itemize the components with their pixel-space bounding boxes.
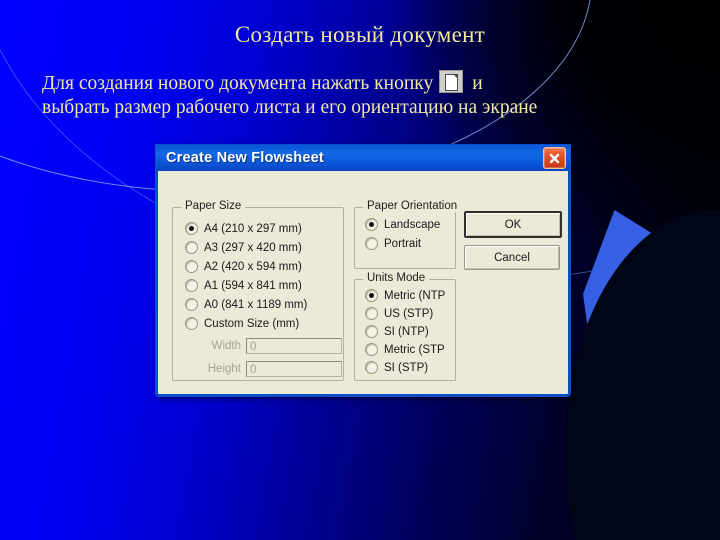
paper-orientation-group: Paper Orientation Landscape Portrait [354, 200, 462, 269]
paper-orientation-legend: Paper Orientation [363, 200, 462, 212]
units-option-si-ntp[interactable]: SI (NTP) [365, 325, 457, 338]
radio-icon[interactable] [365, 218, 378, 231]
units-option-label: US (STP) [384, 307, 434, 320]
radio-icon[interactable] [185, 241, 198, 254]
body-text-part-2: и [472, 73, 483, 94]
units-option-metric-ntp[interactable]: Metric (NTP [365, 289, 457, 302]
orientation-option-label: Portrait [384, 237, 422, 250]
radio-icon[interactable] [185, 317, 198, 330]
dialog-body: Paper Size A4 (210 x 297 mm) A3 (297 x 4… [158, 171, 568, 395]
radio-icon[interactable] [365, 307, 378, 320]
units-option-label: SI (STP) [384, 361, 429, 374]
radio-icon[interactable] [185, 279, 198, 292]
dialog-titlebar[interactable]: Create New Flowsheet [155, 144, 571, 171]
paper-size-option-label: A3 (297 x 420 mm) [204, 241, 302, 254]
paper-size-option-label: A4 (210 x 297 mm) [204, 222, 302, 235]
units-option-label: Metric (STP [384, 343, 445, 356]
paper-size-option-a0[interactable]: A0 (841 x 1189 mm) [185, 298, 307, 311]
paper-size-option-label: A2 (420 x 594 mm) [204, 260, 302, 273]
orientation-option-landscape[interactable]: Landscape [365, 218, 440, 231]
cancel-button[interactable]: Cancel [464, 245, 560, 270]
close-icon[interactable] [543, 147, 566, 169]
radio-icon[interactable] [365, 325, 378, 338]
paper-size-legend: Paper Size [181, 200, 246, 212]
paper-size-option-a4[interactable]: A4 (210 x 297 mm) [185, 222, 302, 235]
paper-size-option-a3[interactable]: A3 (297 x 420 mm) [185, 241, 302, 254]
radio-icon[interactable] [365, 343, 378, 356]
custom-width-input[interactable]: 0 [246, 338, 342, 354]
paper-size-option-a2[interactable]: A2 (420 x 594 mm) [185, 260, 302, 273]
orientation-option-portrait[interactable]: Portrait [365, 237, 421, 250]
units-mode-legend: Units Mode [363, 272, 430, 284]
paper-size-option-a1[interactable]: A1 (594 x 841 mm) [185, 279, 302, 292]
units-option-si-stp[interactable]: SI (STP) [365, 361, 457, 374]
slide-canvas: Создать новый документ Для создания ново… [0, 0, 720, 540]
page-title: Создать новый документ [234, 22, 486, 47]
dialog-title: Create New Flowsheet [166, 150, 324, 166]
new-document-icon-fold [453, 74, 459, 79]
radio-icon[interactable] [185, 298, 198, 311]
radio-icon[interactable] [365, 289, 378, 302]
custom-height-row: Height 0 [193, 361, 342, 377]
paper-size-option-custom[interactable]: Custom Size (mm) [185, 317, 299, 330]
units-option-label: Metric (NTP [384, 289, 446, 302]
units-option-label: SI (NTP) [384, 325, 429, 338]
units-mode-group: Units Mode Metric (NTP US (STP) SI (NTP)… [354, 272, 457, 381]
body-text-line-2: выбрать размер рабочего листа и его орие… [42, 97, 538, 118]
units-option-us-stp[interactable]: US (STP) [365, 307, 457, 320]
custom-height-label: Height [207, 363, 241, 375]
background-wedge-cutout [565, 210, 720, 540]
paper-size-option-label: Custom Size (mm) [204, 317, 300, 330]
slide-body-text: Для создания нового документа нажать кно… [42, 70, 682, 120]
paper-size-group: Paper Size A4 (210 x 297 mm) A3 (297 x 4… [172, 200, 344, 381]
radio-icon[interactable] [185, 222, 198, 235]
paper-size-option-label: A0 (841 x 1189 mm) [204, 298, 308, 311]
units-option-metric-stp[interactable]: Metric (STP [365, 343, 457, 356]
orientation-option-label: Landscape [384, 218, 441, 231]
custom-width-label: Width [211, 340, 241, 352]
radio-icon[interactable] [365, 237, 378, 250]
body-text-part-1: Для создания нового документа нажать кно… [42, 73, 434, 94]
custom-height-input[interactable]: 0 [246, 361, 342, 377]
radio-icon[interactable] [365, 361, 378, 374]
custom-width-row: Width 0 [193, 338, 342, 354]
new-document-icon [439, 70, 464, 93]
paper-size-option-label: A1 (594 x 841 mm) [204, 279, 302, 292]
create-new-flowsheet-dialog: Create New Flowsheet Paper Size A4 (210 … [155, 144, 571, 397]
ok-button[interactable]: OK [464, 211, 562, 238]
radio-icon[interactable] [185, 260, 198, 273]
